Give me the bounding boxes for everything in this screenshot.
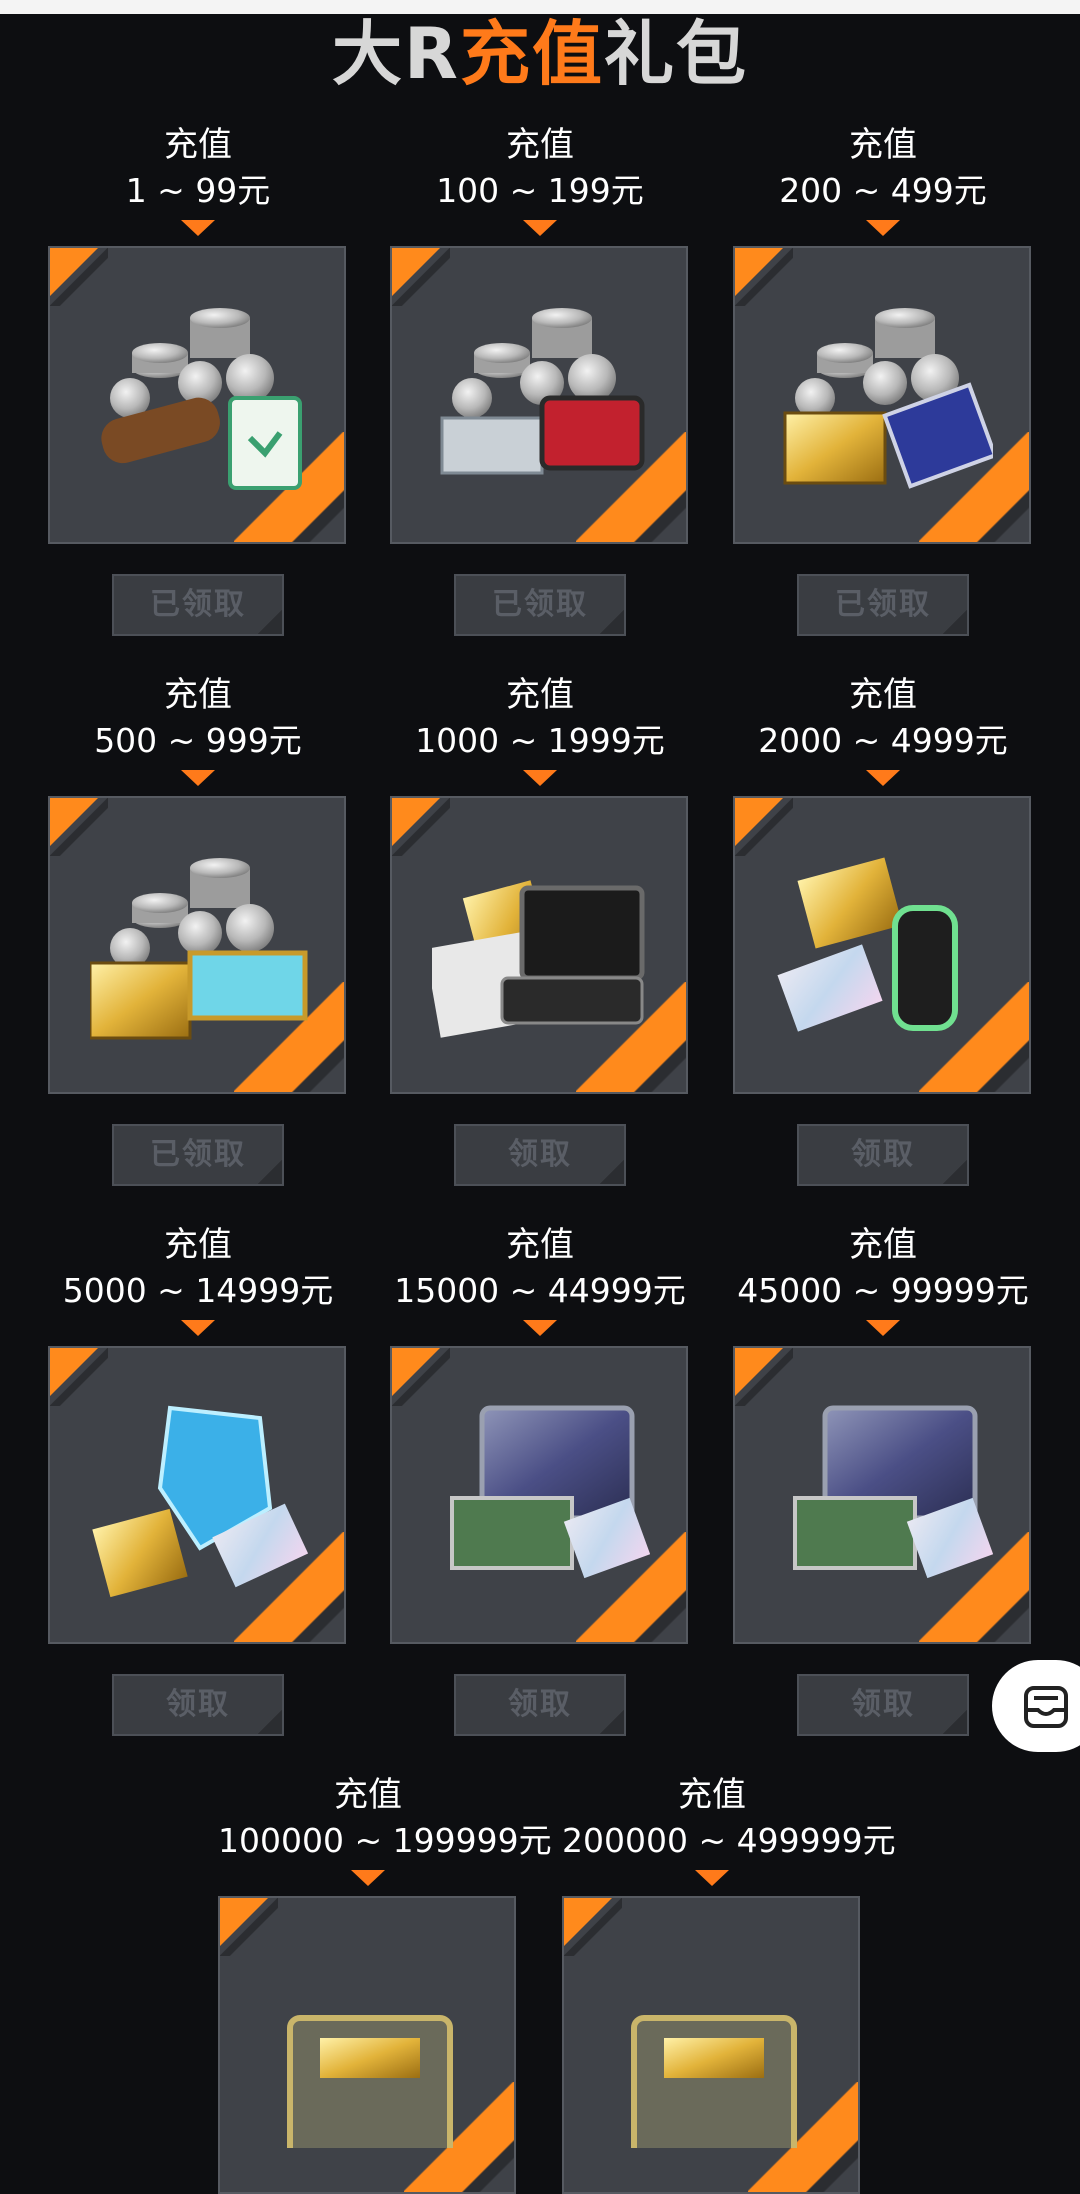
reward-art xyxy=(631,2015,797,2148)
tier-card: 充值 15000 ~ 44999元领取 xyxy=(390,1222,690,1736)
tier-label: 充值 100000 ~ 199999元 xyxy=(218,1772,552,1864)
reward-tile[interactable] xyxy=(390,796,688,1094)
tier-label: 充值 100 ~ 199元 xyxy=(390,122,690,214)
reward-art xyxy=(793,1405,993,1579)
tier-card: 充值 200 ~ 499元已领取 xyxy=(733,122,1033,636)
pointer-triangle-icon xyxy=(181,770,215,786)
reward-tile[interactable] xyxy=(562,1896,860,2194)
reward-art xyxy=(450,1405,650,1579)
reward-tile[interactable] xyxy=(48,1346,346,1644)
tier-range: 45000 ~ 99999元 xyxy=(737,1271,1029,1310)
pointer-triangle-icon xyxy=(181,1320,215,1336)
reward-art xyxy=(432,880,645,1038)
tier-label: 充值 200000 ~ 499999元 xyxy=(562,1772,896,1864)
tier-prefix: 充值 xyxy=(164,125,232,165)
pointer-triangle-icon xyxy=(523,220,557,236)
tier-range: 500 ~ 999元 xyxy=(94,721,302,760)
reward-art xyxy=(287,2015,453,2148)
claim-button[interactable]: 领取 xyxy=(454,1674,626,1736)
tier-card: 充值 1000 ~ 1999元领取 xyxy=(390,672,690,1186)
pointer-triangle-icon xyxy=(523,1320,557,1336)
pointer-triangle-icon xyxy=(866,770,900,786)
tier-range: 1 ~ 99元 xyxy=(125,171,271,210)
claim-button[interactable]: 领取 xyxy=(112,1674,284,1736)
claim-button[interactable]: 已领取 xyxy=(112,1124,284,1186)
claim-button[interactable]: 已领取 xyxy=(454,574,626,636)
tier-range: 2000 ~ 4999元 xyxy=(758,721,1008,760)
tier-card: 充值 45000 ~ 99999元领取 xyxy=(733,1222,1033,1736)
message-tray-icon xyxy=(1024,1686,1068,1728)
tier-card: 充值 200000 ~ 499999元 xyxy=(562,1772,896,2194)
reward-tile[interactable] xyxy=(390,246,688,544)
reward-art xyxy=(783,308,993,489)
status-strip xyxy=(0,0,1080,14)
tier-card: 充值 100000 ~ 199999元 xyxy=(218,1772,552,2194)
tier-prefix: 充值 xyxy=(506,675,574,715)
tier-label: 充值 500 ~ 999元 xyxy=(48,672,348,764)
reward-art xyxy=(90,858,308,1040)
tier-prefix: 充值 xyxy=(678,1775,746,1815)
claim-button[interactable]: 已领取 xyxy=(112,574,284,636)
reward-art xyxy=(440,308,645,475)
tier-prefix: 充值 xyxy=(849,1225,917,1265)
tier-label: 充值 1000 ~ 1999元 xyxy=(390,672,690,764)
reward-tile[interactable] xyxy=(733,796,1031,1094)
tier-range: 100 ~ 199元 xyxy=(436,171,644,210)
tier-card: 充值 5000 ~ 14999元领取 xyxy=(48,1222,348,1736)
reward-tile[interactable] xyxy=(48,796,346,1094)
tier-label: 充值 45000 ~ 99999元 xyxy=(733,1222,1033,1314)
reward-art xyxy=(92,1405,308,1598)
tier-range: 200000 ~ 499999元 xyxy=(562,1821,896,1860)
claim-button[interactable]: 领取 xyxy=(454,1124,626,1186)
pointer-triangle-icon xyxy=(866,1320,900,1336)
tier-range: 5000 ~ 14999元 xyxy=(62,1271,334,1310)
claim-button[interactable]: 已领取 xyxy=(797,574,969,636)
tier-label: 充值 2000 ~ 4999元 xyxy=(733,672,1033,764)
tier-card: 充值 500 ~ 999元已领取 xyxy=(48,672,348,1186)
reward-tile[interactable] xyxy=(218,1896,516,2194)
tier-prefix: 充值 xyxy=(506,1225,574,1265)
tier-card: 充值 1 ~ 99元已领取 xyxy=(48,122,348,636)
reward-art xyxy=(101,308,302,490)
tier-card: 充值 100 ~ 199元已领取 xyxy=(390,122,690,636)
tier-range: 100000 ~ 199999元 xyxy=(218,1821,552,1860)
floating-message-button[interactable] xyxy=(992,1660,1080,1752)
tier-label: 充值 15000 ~ 44999元 xyxy=(390,1222,690,1314)
tier-prefix: 充值 xyxy=(164,1225,232,1265)
title-part-3: 礼包 xyxy=(603,13,748,95)
reward-tile[interactable] xyxy=(733,1346,1031,1644)
reward-art xyxy=(777,857,958,1032)
title-part-2: 充值 xyxy=(459,13,604,95)
reward-tile[interactable] xyxy=(733,246,1031,544)
tier-range: 15000 ~ 44999元 xyxy=(394,1271,686,1310)
page-title: 大R充值礼包 xyxy=(0,14,1080,94)
claim-button[interactable]: 领取 xyxy=(797,1674,969,1736)
tier-range: 1000 ~ 1999元 xyxy=(415,721,665,760)
tier-label: 充值 1 ~ 99元 xyxy=(48,122,348,214)
tier-prefix: 充值 xyxy=(164,675,232,715)
pointer-triangle-icon xyxy=(181,220,215,236)
pointer-triangle-icon xyxy=(866,220,900,236)
tier-label: 充值 5000 ~ 14999元 xyxy=(48,1222,348,1314)
pointer-triangle-icon xyxy=(351,1870,385,1886)
pointer-triangle-icon xyxy=(695,1870,729,1886)
title-part-1: 大R xyxy=(332,13,460,95)
tier-range: 200 ~ 499元 xyxy=(779,171,987,210)
tier-prefix: 充值 xyxy=(849,125,917,165)
tier-card: 充值 2000 ~ 4999元领取 xyxy=(733,672,1033,1186)
tier-prefix: 充值 xyxy=(849,675,917,715)
reward-tile[interactable] xyxy=(390,1346,688,1644)
tier-prefix: 充值 xyxy=(506,125,574,165)
claim-button[interactable]: 领取 xyxy=(797,1124,969,1186)
tier-label: 充值 200 ~ 499元 xyxy=(733,122,1033,214)
reward-tile[interactable] xyxy=(48,246,346,544)
tier-prefix: 充值 xyxy=(334,1775,402,1815)
pointer-triangle-icon xyxy=(523,770,557,786)
